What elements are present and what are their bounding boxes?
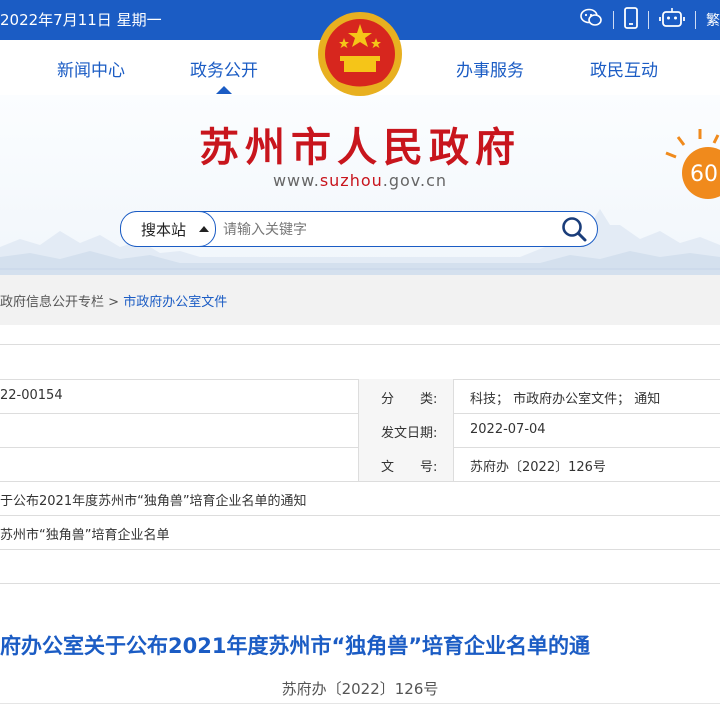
document-title-value: 于公布2021年度苏州市“独角兽”培育企业名单的通知 [0, 494, 307, 509]
meta-row [0, 345, 720, 380]
caret-up-icon [199, 226, 209, 232]
divider [613, 11, 614, 29]
mobile-icon[interactable] [624, 7, 638, 33]
document-metadata-table: 22-00154 分 类: 科技； 市政府办公室文件； 通知 发文日期: 202… [0, 344, 720, 584]
divider [695, 11, 696, 29]
document-title: 府办公室关于公布2021年度苏州市“独角兽”培育企业名单的通 [0, 634, 591, 658]
meta-row: 22-00154 分 类: 科技； 市政府办公室文件； 通知 [0, 379, 720, 414]
banner: 苏州市人民政府 www.suzhou.gov.cn 60 [0, 95, 720, 275]
search-scope-label: 搜本站 [141, 221, 187, 239]
breadcrumb-parent-link[interactable]: 政府信息公开专栏 [0, 295, 104, 310]
document-number: 苏府办〔2022〕126号 [281, 680, 439, 698]
search-icon[interactable] [561, 216, 587, 242]
meta-label-cell: 发文日期: [358, 413, 454, 447]
category-label: 分 类: [381, 392, 438, 407]
issue-date-value: 2022-07-04 [470, 422, 546, 437]
search-bar: 搜本站 [120, 211, 598, 247]
search-scope-dropdown[interactable]: 搜本站 [120, 211, 216, 247]
meta-row: 于公布2021年度苏州市“独角兽”培育企业名单的通知 [0, 481, 720, 516]
robot-icon[interactable] [659, 7, 685, 33]
attachment-value[interactable]: 苏州市“独角兽”培育企业名单 [0, 524, 169, 543]
meta-row: 苏州市“独角兽”培育企业名单 [0, 515, 720, 550]
meta-row [0, 549, 720, 584]
nav-government-affairs[interactable]: 政务公开 [190, 56, 258, 81]
meta-label-cell: 文 号: [358, 447, 454, 481]
index-number: 22-00154 [0, 388, 63, 403]
issue-date-label: 发文日期: [381, 426, 438, 441]
svg-text:60: 60 [690, 162, 718, 187]
traditional-chinese-link[interactable]: 繁 [706, 10, 720, 30]
doc-number-label: 文 号: [381, 460, 438, 475]
current-date: 2022年7月11日 星期一 [0, 11, 162, 29]
category-value: 科技； 市政府办公室文件； 通知 [470, 392, 661, 407]
nav-interaction[interactable]: 政民互动 [590, 56, 658, 81]
meta-row: 文 号: 苏府办〔2022〕126号 [0, 447, 720, 482]
meta-label-cell: 分 类: [358, 379, 454, 413]
search-input[interactable] [221, 218, 545, 242]
active-nav-indicator [216, 86, 232, 94]
breadcrumb: 政府信息公开专栏 > 市政府办公室文件 [0, 291, 227, 310]
site-url: www.suzhou.gov.cn [272, 171, 448, 190]
breadcrumb-bar: 政府信息公开专栏 > 市政府办公室文件 [0, 275, 720, 325]
top-tools: 繁 [579, 0, 720, 40]
site-title: 苏州市人民政府 [199, 124, 521, 171]
sixty-anniversary-badge: 60 [665, 129, 720, 199]
breadcrumb-separator: > [108, 295, 120, 310]
divider [0, 703, 720, 704]
national-emblem-icon [318, 12, 402, 96]
doc-number-value: 苏府办〔2022〕126号 [470, 460, 606, 475]
divider [648, 11, 649, 29]
nav-services[interactable]: 办事服务 [456, 56, 524, 81]
nav-news-center[interactable]: 新闻中心 [57, 56, 125, 81]
wechat-icon[interactable] [579, 7, 603, 33]
breadcrumb-current-link[interactable]: 市政府办公室文件 [123, 295, 227, 310]
meta-row: 发文日期: 2022-07-04 [0, 413, 720, 448]
